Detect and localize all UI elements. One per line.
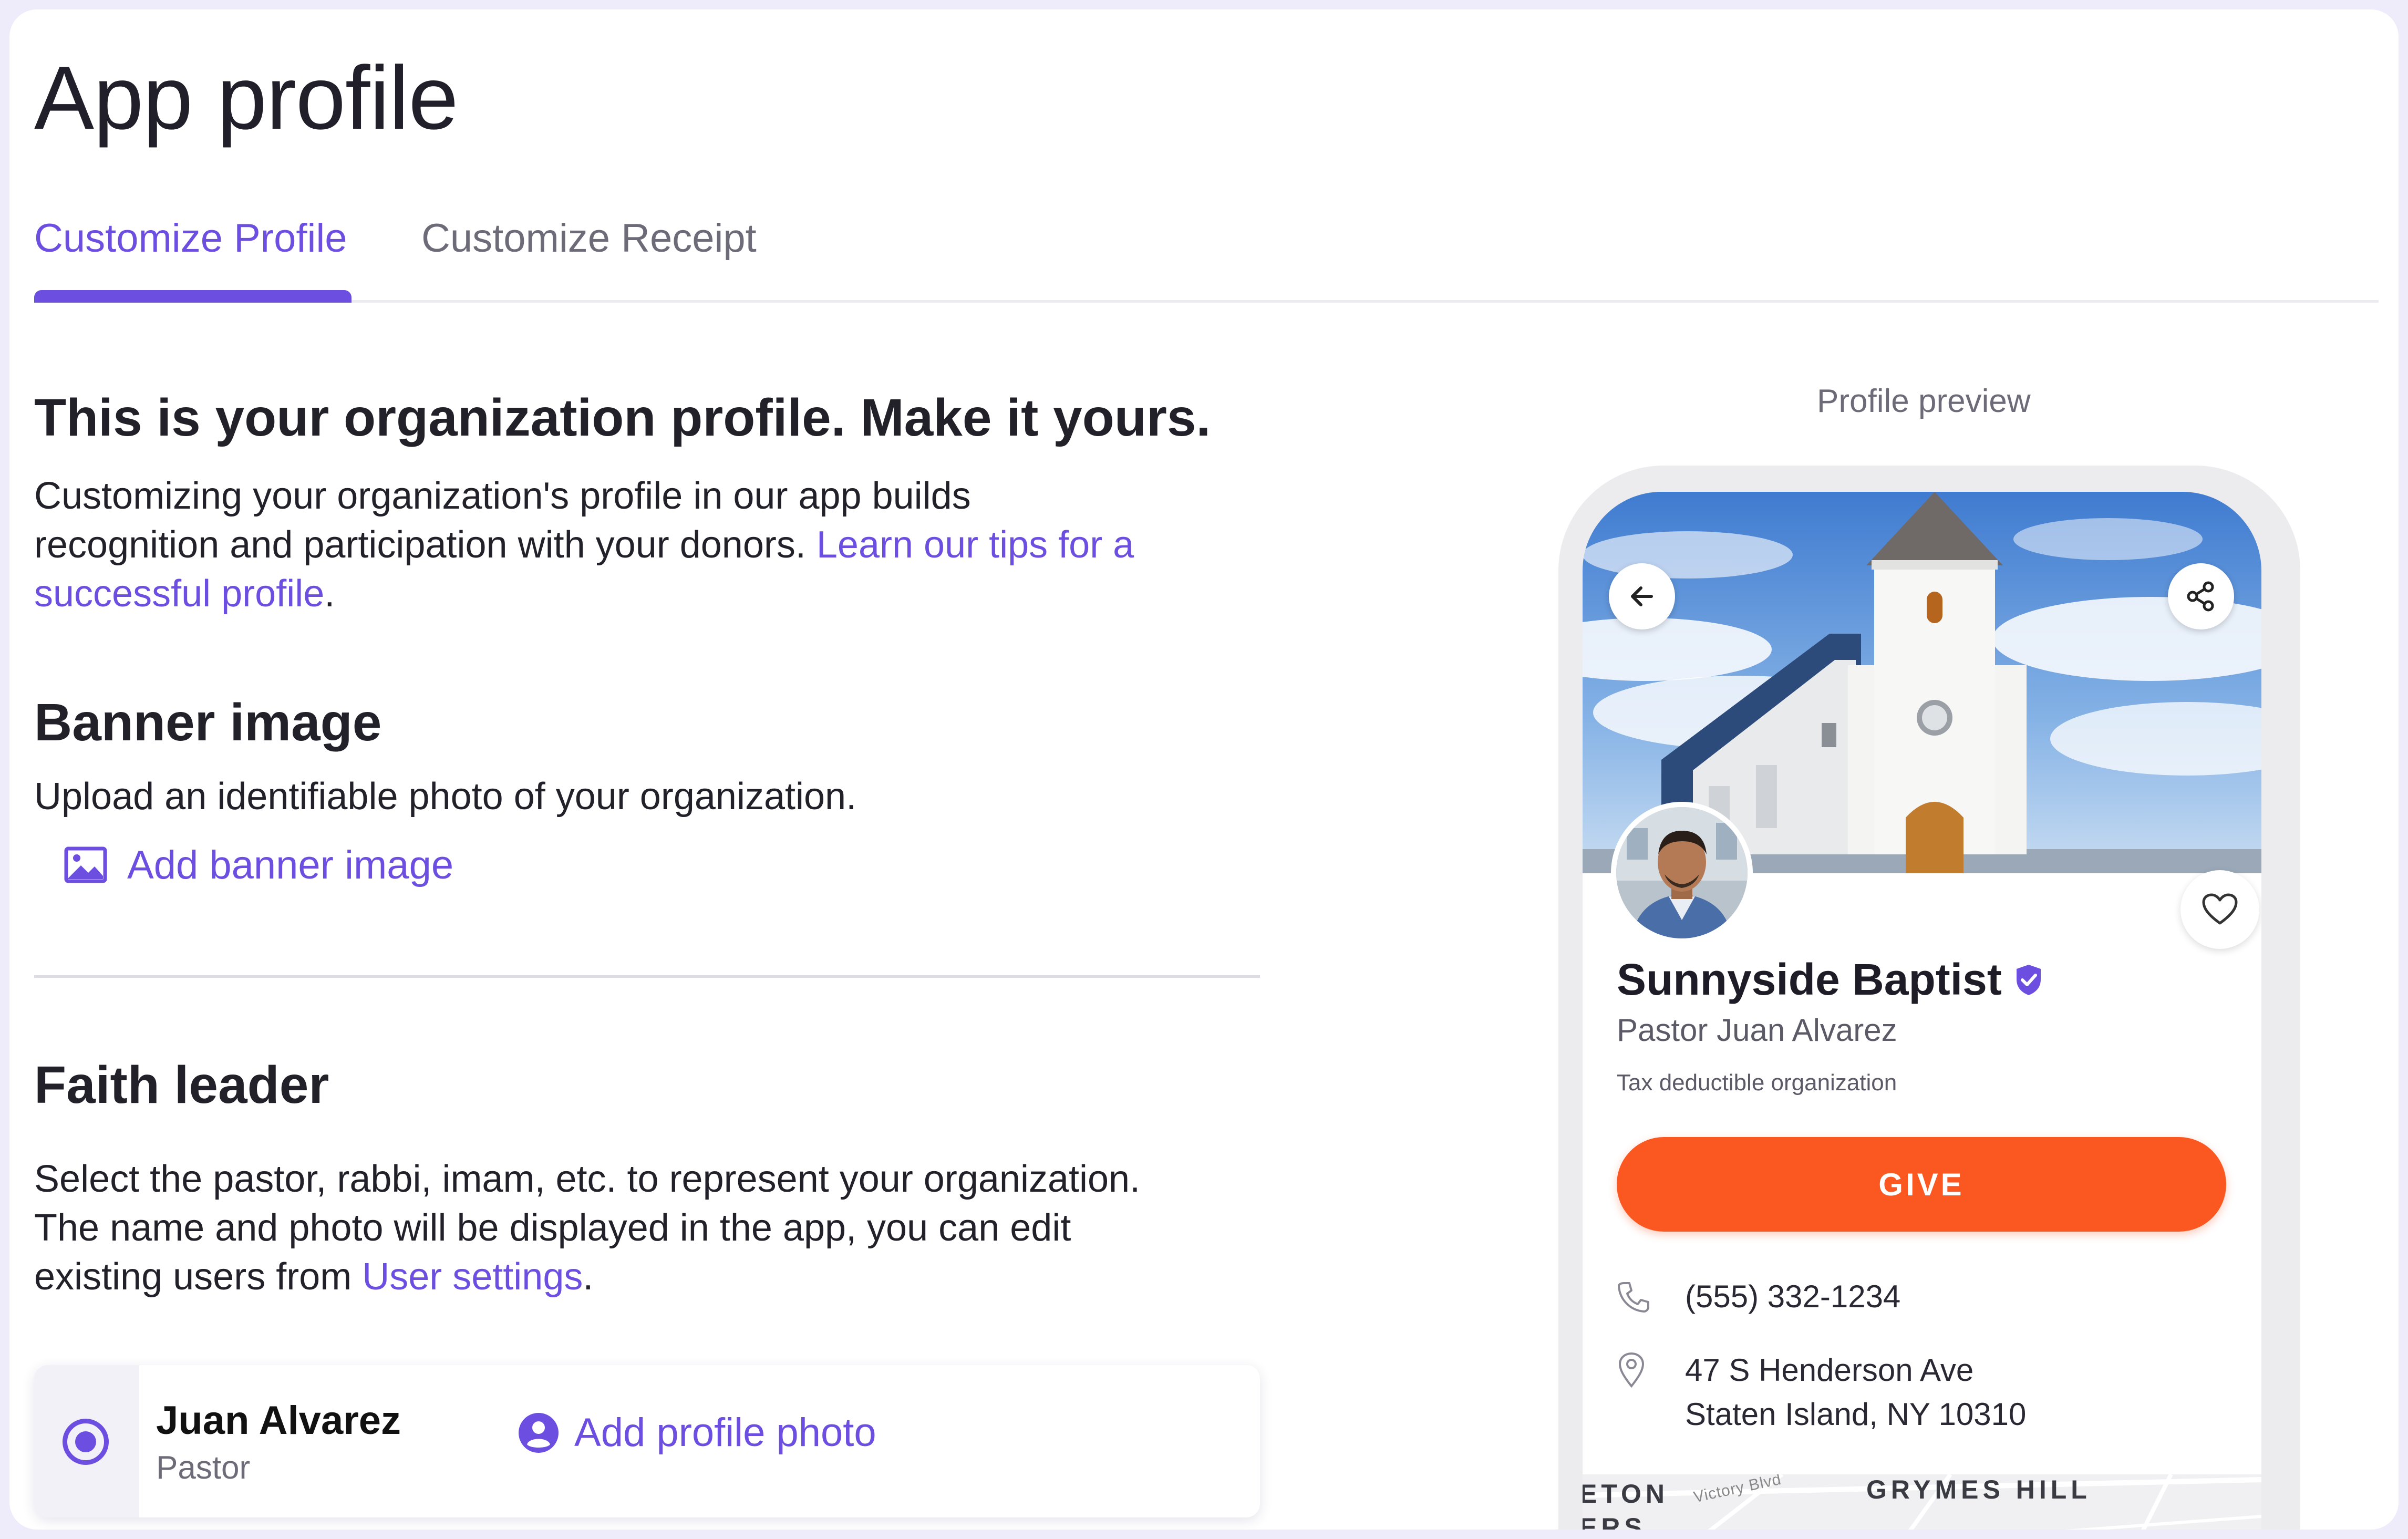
tax-status: Tax deductible organization <box>1617 1070 1897 1096</box>
banner-description: Upload an identifiable photo of your org… <box>34 776 857 818</box>
add-banner-image-label: Add banner image <box>127 842 454 887</box>
intro-line-2: recognition and participation with your … <box>34 521 1134 570</box>
org-name: Sunnyside Baptist <box>1617 954 2043 1005</box>
heart-icon <box>2202 893 2238 925</box>
org-name-text: Sunnyside Baptist <box>1617 955 2002 1004</box>
leader-radio-button[interactable] <box>63 1419 109 1465</box>
tab-customize-receipt[interactable]: Customize Receipt <box>421 215 757 261</box>
location-map[interactable]: ETON ERS Victory Blvd GRYMES HILL <box>1583 1474 2261 1530</box>
faith-leader-line-2: The name and photo will be displayed in … <box>34 1207 1071 1249</box>
faith-leader-line-3-suffix: . <box>583 1256 594 1298</box>
intro-line-1: Customizing your organization's profile … <box>34 475 971 517</box>
faith-leader-heading: Faith leader <box>34 1056 329 1114</box>
intro-paragraph: Customizing your organization's profile … <box>34 472 1134 618</box>
tips-link[interactable]: Learn our tips for a <box>817 524 1134 566</box>
leader-name: Juan Alvarez <box>156 1398 401 1443</box>
leader-role: Pastor <box>156 1450 251 1486</box>
phone-screen: Sunnyside Baptist Pastor Juan Alvarez Ta… <box>1583 492 2261 1530</box>
page-title: App profile <box>34 48 459 148</box>
leader-avatar <box>1611 802 1753 944</box>
back-button[interactable] <box>1609 563 1675 629</box>
phone-row[interactable]: (555) 332-1234 <box>1617 1275 2226 1322</box>
location-pin-icon <box>1618 1352 1645 1388</box>
intro-line-3-suffix: . <box>324 573 335 615</box>
faith-leader-line-1: Select the pastor, rabbi, imam, etc. to … <box>34 1158 1141 1200</box>
arrow-left-icon <box>1631 586 1653 606</box>
org-leader-line: Pastor Juan Alvarez <box>1617 1013 1897 1048</box>
leader-option-card[interactable]: Juan Alvarez Pastor Add profile photo <box>34 1365 1260 1517</box>
tab-customize-profile[interactable]: Customize Profile <box>34 215 347 261</box>
phone-icon <box>1618 1282 1649 1313</box>
tab-bar: Customize Profile Customize Receipt <box>34 209 2379 303</box>
radio-selected-dot <box>75 1431 96 1452</box>
share-button[interactable] <box>2168 563 2234 629</box>
address-row[interactable]: 47 S Henderson Ave Staten Island, NY 103… <box>1617 1348 2226 1443</box>
favorite-button[interactable] <box>2180 870 2259 949</box>
image-icon <box>64 846 107 883</box>
intro-line-2-text: recognition and participation with your … <box>34 524 817 566</box>
tips-link-continued[interactable]: successful profile <box>34 573 324 615</box>
user-circle-icon <box>519 1412 559 1453</box>
leader-photo <box>1616 807 1748 938</box>
add-profile-photo-label: Add profile photo <box>574 1410 876 1455</box>
intro-line-3: successful profile. <box>34 570 1134 618</box>
give-button[interactable]: GIVE <box>1617 1137 2226 1232</box>
section-divider <box>34 975 1260 978</box>
active-tab-indicator <box>34 290 352 303</box>
verified-badge-icon <box>2016 964 2041 995</box>
address-line-1: 47 S Henderson Ave <box>1685 1352 1974 1388</box>
faith-leader-line-3: existing users from User settings. <box>34 1253 1140 1302</box>
faith-leader-paragraph: Select the pastor, rabbi, imam, etc. to … <box>34 1155 1140 1302</box>
app-profile-page: App profile Customize Profile Customize … <box>9 9 2399 1530</box>
map-label-neighborhood: GRYMES HILL <box>1866 1475 2091 1504</box>
add-banner-image-button[interactable]: Add banner image <box>64 833 453 896</box>
faith-leader-line-3-prefix: existing users from <box>34 1256 363 1298</box>
leader-radio-column <box>34 1365 139 1517</box>
phone-number: (555) 332-1234 <box>1685 1279 1901 1314</box>
address-line-2: Staten Island, NY 10310 <box>1685 1397 2027 1432</box>
intro-heading: This is your organization profile. Make … <box>34 388 1211 447</box>
map-label-left-bottom: ERS <box>1583 1513 1646 1530</box>
user-settings-link[interactable]: User settings <box>362 1256 583 1298</box>
address-text: 47 S Henderson Ave Staten Island, NY 103… <box>1685 1348 2026 1437</box>
banner-heading: Banner image <box>34 693 382 752</box>
phone-mockup: Sunnyside Baptist Pastor Juan Alvarez Ta… <box>1558 466 2300 1530</box>
profile-preview-label: Profile preview <box>1817 383 2031 419</box>
share-icon <box>2187 581 2214 612</box>
add-profile-photo-button[interactable]: Add profile photo <box>518 1410 876 1455</box>
map-label-left-top: ETON <box>1583 1479 1669 1509</box>
